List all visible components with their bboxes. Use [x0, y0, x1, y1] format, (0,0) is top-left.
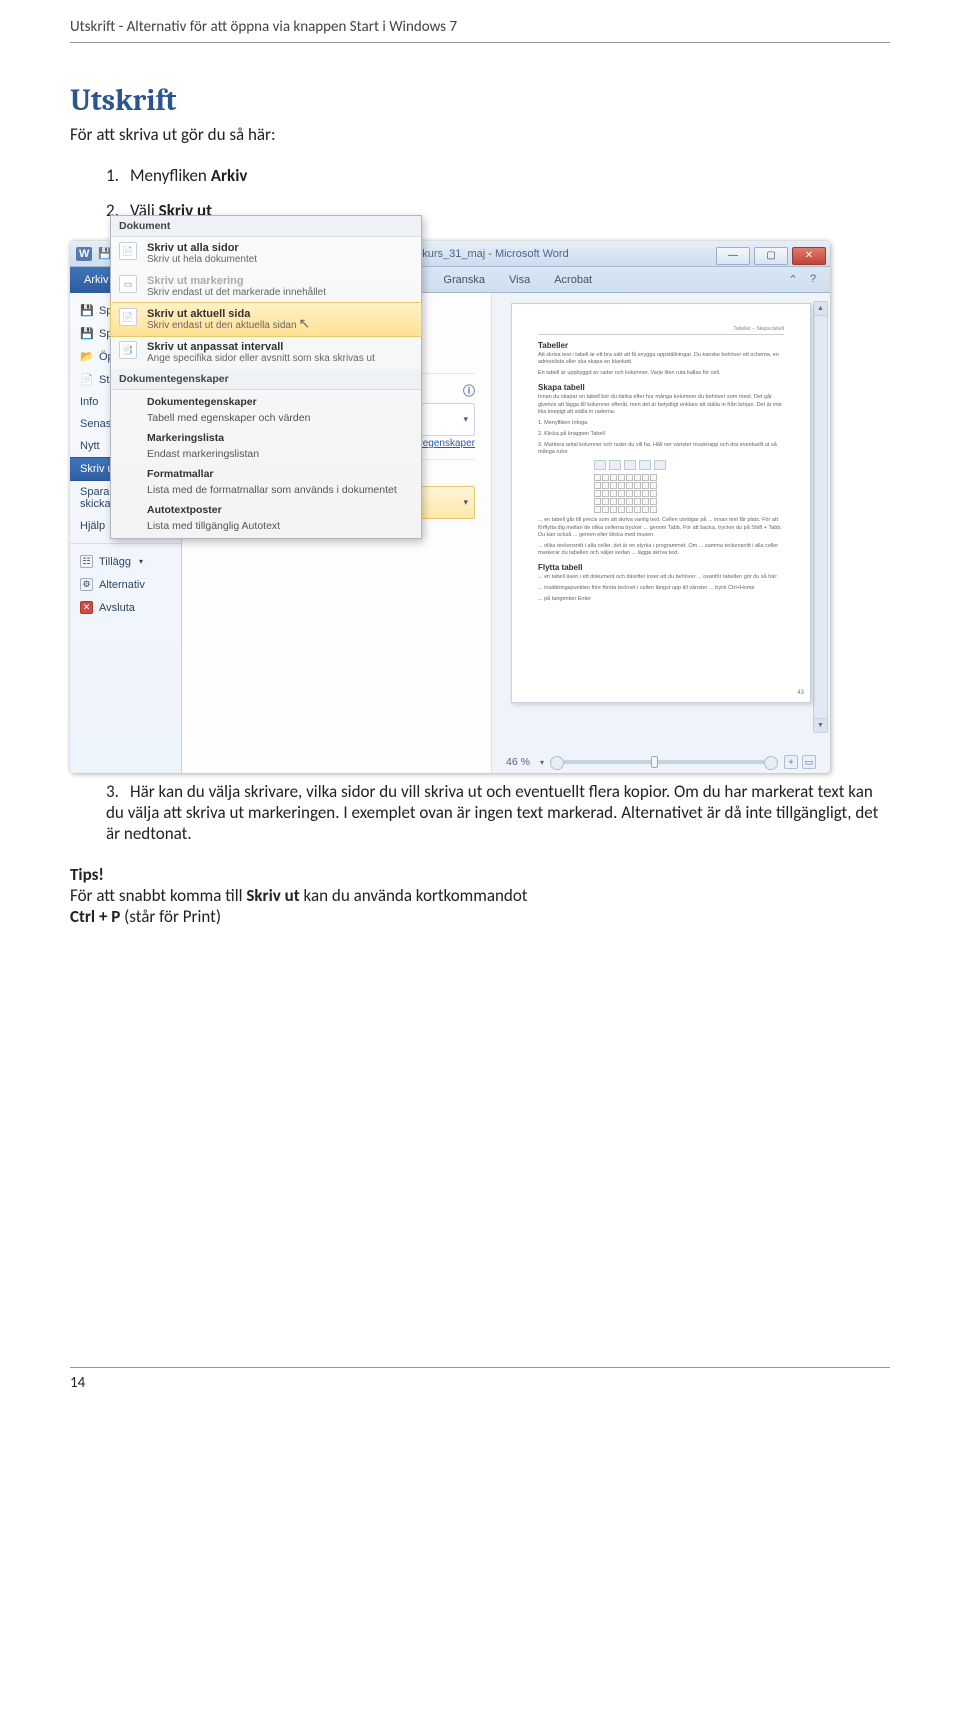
addins-icon: ☷: [80, 555, 93, 568]
page-header: Utskrift - Alternativ för att öppna via …: [70, 0, 890, 43]
page-footer: 14: [70, 1367, 890, 1392]
open-icon: 📂: [80, 350, 93, 363]
zoom-value[interactable]: 46 %: [506, 756, 530, 768]
steps-list: 1.Menyfliken Arkiv 2.Välj Skriv ut: [106, 165, 890, 221]
page-title: Utskrift: [70, 83, 890, 118]
scroll-down-icon[interactable]: ▼: [814, 718, 827, 732]
zoom-knob[interactable]: [651, 756, 658, 768]
dd-autotext-sub: Lista med tillgänglig Autotext: [111, 518, 421, 538]
dd-autotext[interactable]: Autotextposter: [111, 498, 421, 518]
backstage: 💾Spara 💾Spara som 📂Öppna 📄Stäng Info Sen…: [70, 293, 830, 773]
dd-styles[interactable]: Formatmallar: [111, 462, 421, 482]
step-1: 1.Menyfliken Arkiv: [106, 165, 890, 186]
save-as-icon: 💾: [80, 327, 93, 340]
tips-line-1: För att snabbt komma till Skriv ut kan d…: [70, 885, 890, 906]
chevron-down-icon: ▾: [463, 414, 468, 425]
tab-visa[interactable]: Visa: [497, 267, 542, 293]
dd-doc-props[interactable]: Dokumentegenskaper: [111, 390, 421, 410]
nav-avsluta[interactable]: ✕Avsluta: [70, 596, 181, 619]
selection-icon: ▭: [119, 275, 137, 293]
tips-block: Tips! För att snabbt komma till Skriv ut…: [70, 864, 890, 927]
steps-list-continued: 3.Här kan du välja skrivare, vilka sidor…: [106, 781, 890, 844]
preview-page: Tabeller – Skapa tabell Tabeller Att skr…: [511, 303, 811, 703]
zoom-page-icon[interactable]: ▭: [802, 755, 816, 769]
tips-head: Tips!: [70, 864, 890, 885]
preview-page-number: 43: [797, 690, 804, 696]
page-icon: 📄: [119, 308, 137, 326]
info-icon[interactable]: ⓘ: [463, 382, 475, 399]
scroll-up-icon[interactable]: ▲: [814, 302, 827, 316]
print-preview: ▲ ▼ Tabeller – Skapa tabell Tabeller Att…: [492, 293, 830, 773]
dd-current-page[interactable]: 📄 Skriv ut aktuell sidaSkriv endast ut d…: [111, 303, 421, 336]
dd-custom-range[interactable]: 📑 Skriv ut anpassat intervallAnge specif…: [111, 336, 421, 369]
dd-markup-list-sub: Endast markeringslistan: [111, 446, 421, 462]
range-icon: 📑: [119, 341, 137, 359]
help-icon[interactable]: ?: [806, 273, 820, 286]
exit-icon: ✕: [80, 601, 93, 614]
tab-acrobat[interactable]: Acrobat: [542, 267, 604, 293]
intro-text: För att skriva ut gör du så här:: [70, 124, 890, 145]
chevron-down-icon: ▾: [463, 497, 468, 508]
chevron-down-icon: ▾: [139, 557, 143, 566]
zoom-dropdown-icon[interactable]: ▾: [540, 758, 544, 767]
nav-alternativ[interactable]: ⚙Alternativ: [70, 573, 181, 596]
ribbon-collapse-icon[interactable]: ⌃: [786, 273, 800, 286]
dd-doc-props-sub: Tabell med egenskaper och värden: [111, 410, 421, 426]
zoom-slider[interactable]: [558, 760, 770, 764]
tab-granska[interactable]: Granska: [431, 267, 497, 293]
print-range-dropdown: Dokument 📄 Skriv ut alla sidorSkriv ut h…: [110, 241, 422, 539]
dd-styles-sub: Lista med de formatmallar som används i …: [111, 482, 421, 498]
cursor-icon: ↖: [299, 315, 311, 331]
dd-markup-list[interactable]: Markeringslista: [111, 426, 421, 446]
tips-line-2: Ctrl + P (står för Print): [70, 906, 890, 927]
step-3: 3.Här kan du välja skrivare, vilka sidor…: [106, 781, 890, 844]
zoom-fit-icon[interactable]: +: [784, 755, 798, 769]
nav-tillagg[interactable]: ☷Tillägg▾: [70, 550, 181, 573]
word-screenshot: W 💾 ↶ ↷ ▾ Word_2010_grundkurs_31_maj - M…: [70, 241, 830, 773]
pages-icon: 📄: [119, 242, 137, 260]
dropdown-header-props: Dokumentegenskaper: [111, 369, 421, 390]
close-file-icon: 📄: [80, 373, 93, 386]
preview-scrollbar[interactable]: ▲ ▼: [813, 301, 828, 733]
dd-all-pages[interactable]: 📄 Skriv ut alla sidorSkriv ut hela dokum…: [111, 241, 421, 270]
options-icon: ⚙: [80, 578, 93, 591]
save-icon: 💾: [80, 304, 93, 317]
zoom-bar: 46 % ▾ + ▭: [506, 755, 816, 769]
dd-selection: ▭ Skriv ut markeringSkriv endast ut det …: [111, 270, 421, 303]
